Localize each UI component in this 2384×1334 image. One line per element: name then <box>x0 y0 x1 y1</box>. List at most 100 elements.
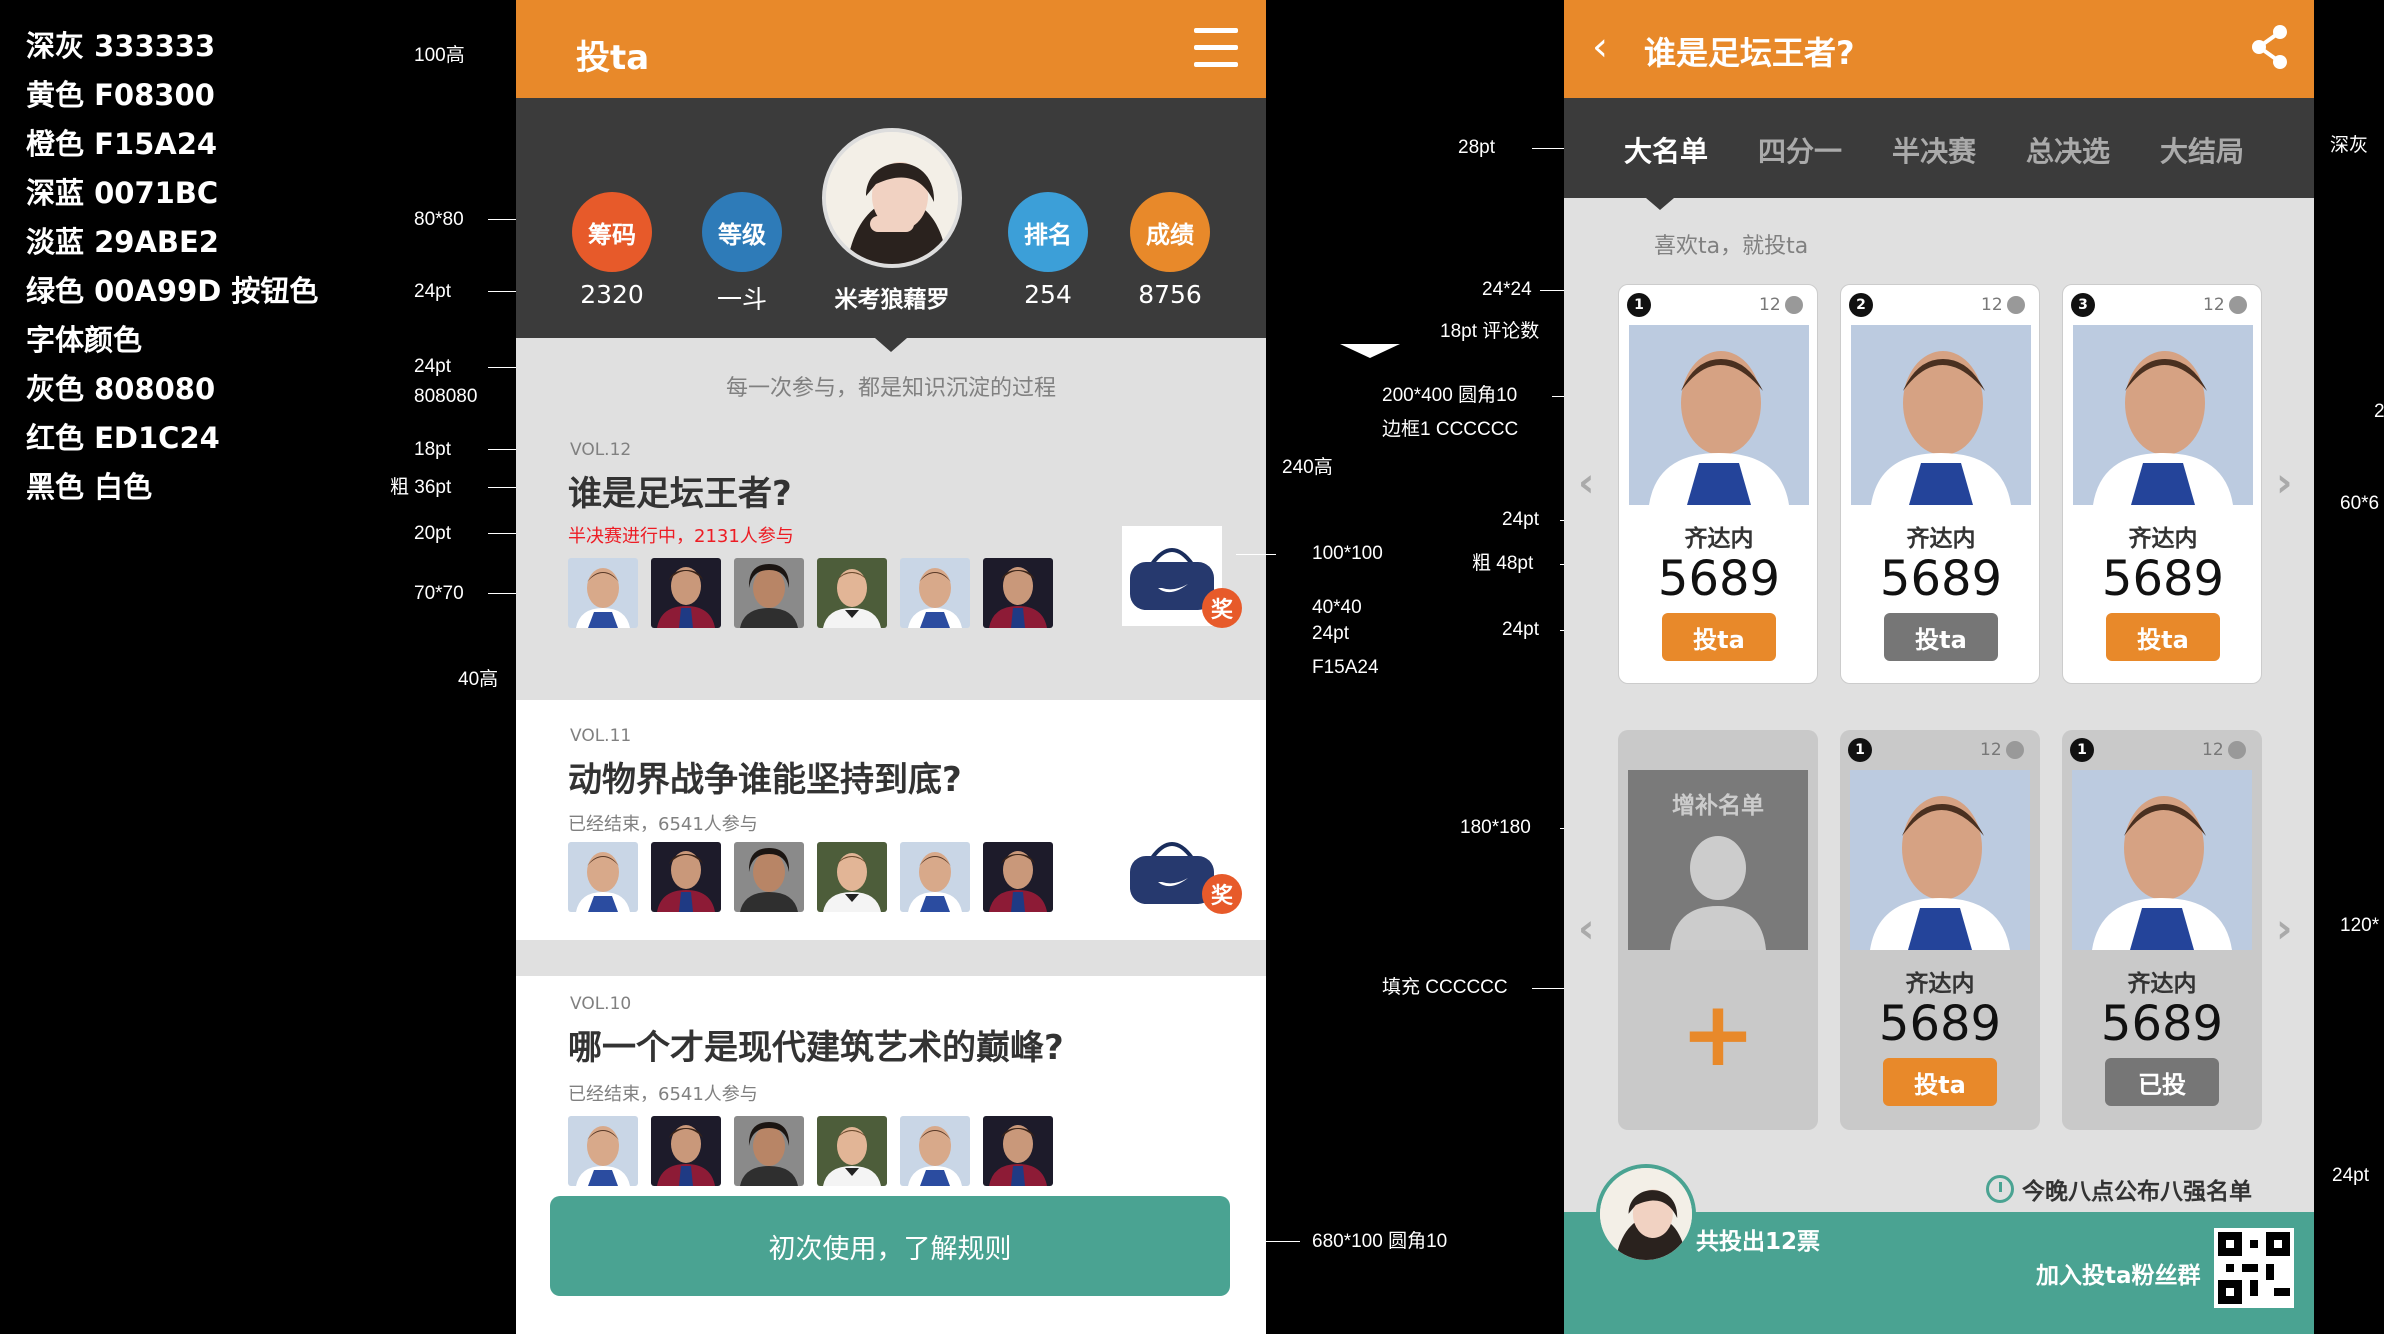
contestant-thumb[interactable] <box>568 558 638 628</box>
level-badge[interactable]: 等级 <box>702 192 782 272</box>
user-avatar[interactable] <box>1596 1164 1696 1264</box>
chips-badge[interactable]: 筹码 <box>572 192 652 272</box>
tab-final[interactable]: 总决选 <box>2026 130 2110 170</box>
spec-note: 180*180 <box>1460 817 1531 838</box>
contestant-thumb[interactable] <box>900 1116 970 1186</box>
topic-card[interactable]: VOL.12 谁是足坛王者? 半决赛进行中，2131人参与 奖 <box>516 420 1266 700</box>
topic-status: 已经结束，6541人参与 <box>568 814 758 835</box>
comment-count[interactable]: 12 <box>1980 740 2024 760</box>
spec-note: F15A24 <box>1312 657 1379 678</box>
person-silhouette-icon <box>1670 836 1766 950</box>
add-plus-icon[interactable]: + <box>1618 990 1818 1080</box>
vote-button[interactable]: 投ta <box>1662 613 1776 661</box>
tab-semi[interactable]: 半决赛 <box>1892 130 1976 170</box>
contestant-thumb[interactable] <box>734 1116 804 1186</box>
contestant-thumb[interactable] <box>651 842 721 912</box>
contestant-thumb[interactable] <box>817 558 887 628</box>
contestant-thumbnails <box>568 558 1053 628</box>
contestant-thumb[interactable] <box>983 1116 1053 1186</box>
detail-title: 谁是足坛王者? <box>1644 34 1855 72</box>
player-card[interactable]: 1 12 齐达内 5689 已投 <box>2062 730 2262 1130</box>
rank-badge[interactable]: 排名 <box>1008 192 1088 272</box>
next-arrow-icon[interactable]: › <box>2276 460 2292 506</box>
volume-label: VOL.11 <box>570 726 632 746</box>
contestant-thumb[interactable] <box>817 842 887 912</box>
spec-note: 24pt <box>414 281 451 302</box>
topic-card[interactable]: VOL.11 动物界战争谁能坚持到底? 已经结束，6541人参与 奖 <box>516 700 1266 940</box>
spec-note: 200*400 圆角10 <box>1382 385 1518 406</box>
detail-subtitle: 喜欢ta，就投ta <box>1654 234 1809 259</box>
contestant-thumb[interactable] <box>983 842 1053 912</box>
vote-detail-screen: ‹ 谁是足坛王者? 大名单 四分一 半决赛 总决选 大结局 喜欢ta，就投ta … <box>1564 0 2314 1334</box>
spec-note: 24pt <box>2332 1165 2369 1186</box>
player-card[interactable]: 1 12 齐达内 5689 投ta <box>1840 730 2040 1130</box>
spec-note: 70*70 <box>414 583 464 604</box>
legend-item: 橙色 F15A24 <box>26 127 218 161</box>
panel-pointer <box>875 338 907 352</box>
spec-note: 40高 <box>458 669 499 690</box>
comment-count[interactable]: 12 <box>2202 740 2246 760</box>
spec-note: 80*80 <box>414 209 464 230</box>
contestant-thumb[interactable] <box>568 1116 638 1186</box>
contestant-thumbnails <box>568 1116 1053 1186</box>
add-nominee-card[interactable]: 增补名单 + <box>1618 730 1818 1130</box>
vote-button[interactable]: 投ta <box>2106 613 2220 661</box>
vote-home-screen: 投ta 筹码 2320 等级 一斗 米考狼藉罗 排名 254 成绩 8756 每… <box>516 0 1266 1334</box>
back-icon[interactable]: ‹ <box>1592 24 1608 70</box>
vote-button[interactable]: 投ta <box>1884 613 1998 661</box>
votes-cast: 共投出12票 <box>1696 1229 1821 1255</box>
menu-icon[interactable] <box>1194 26 1238 70</box>
join-fan-group[interactable]: 加入投ta粉丝群 <box>2036 1256 2201 1290</box>
contestant-thumb[interactable] <box>734 842 804 912</box>
topic-status: 半决赛进行中，2131人参与 <box>568 526 794 547</box>
legend-item: 灰色 808080 <box>26 372 216 406</box>
comment-count-value: 12 <box>1759 295 1781 315</box>
avatar[interactable] <box>822 128 962 268</box>
tab-ending[interactable]: 大结局 <box>2160 130 2244 170</box>
tagline: 每一次参与，都是知识沉淀的过程 <box>725 376 1056 401</box>
leader-line <box>1236 1241 1300 1242</box>
contestant-thumb[interactable] <box>651 558 721 628</box>
topic-title: 动物界战争谁能坚持到底? <box>568 760 962 800</box>
comment-count-value: 12 <box>2203 295 2225 315</box>
username: 米考狼藉罗 <box>834 287 950 313</box>
prev-arrow-icon[interactable]: ‹ <box>1578 906 1594 952</box>
contestant-thumb[interactable] <box>651 1116 721 1186</box>
app-title: 投ta <box>576 38 650 78</box>
volume-label: VOL.10 <box>570 994 632 1014</box>
rules-button[interactable]: 初次使用，了解规则 <box>550 1196 1230 1296</box>
share-icon[interactable] <box>2250 24 2290 70</box>
contestant-thumb[interactable] <box>900 842 970 912</box>
contestant-thumb[interactable] <box>817 1116 887 1186</box>
tab-quarter[interactable]: 四分一 <box>1758 130 1842 170</box>
comment-icon <box>2227 741 2246 759</box>
comment-count[interactable]: 12 <box>1981 295 2025 315</box>
voted-button[interactable]: 已投 <box>2105 1058 2219 1106</box>
contestant-thumb[interactable] <box>900 558 970 628</box>
contestant-thumb[interactable] <box>568 842 638 912</box>
comment-icon <box>2005 741 2024 759</box>
score-badge[interactable]: 成绩 <box>1130 192 1210 272</box>
contestant-thumb[interactable] <box>734 558 804 628</box>
contestant-thumb[interactable] <box>983 558 1053 628</box>
next-arrow-icon[interactable]: › <box>2276 906 2292 952</box>
pointer-mark <box>1340 344 1400 358</box>
spec-note: 填充 CCCCCC <box>1382 977 1508 998</box>
detail-header: ‹ 谁是足坛王者? <box>1564 0 2314 98</box>
prev-arrow-icon[interactable]: ‹ <box>1578 460 1594 506</box>
spec-note: 40*40 <box>1312 597 1362 618</box>
add-nominee-label: 增补名单 <box>1672 793 1764 819</box>
rank-badge: 3 <box>2071 293 2095 317</box>
contestant-thumbnails <box>568 842 1053 912</box>
comment-count[interactable]: 12 <box>1759 295 1803 315</box>
legend-item: 红色 ED1C24 <box>26 421 220 455</box>
player-card[interactable]: 2 12 齐达内 5689 投ta <box>1840 284 2040 684</box>
comment-count[interactable]: 12 <box>2203 295 2247 315</box>
player-card[interactable]: 3 12 齐达内 5689 投ta <box>2062 284 2262 684</box>
spec-note: 20pt <box>414 523 451 544</box>
qr-code[interactable] <box>2214 1228 2294 1308</box>
player-card[interactable]: 1 12 齐达内 5689 投ta <box>1618 284 1818 684</box>
vote-button[interactable]: 投ta <box>1883 1058 1997 1106</box>
tab-roster[interactable]: 大名单 <box>1624 130 1708 170</box>
player-score: 5689 <box>1879 551 2003 607</box>
